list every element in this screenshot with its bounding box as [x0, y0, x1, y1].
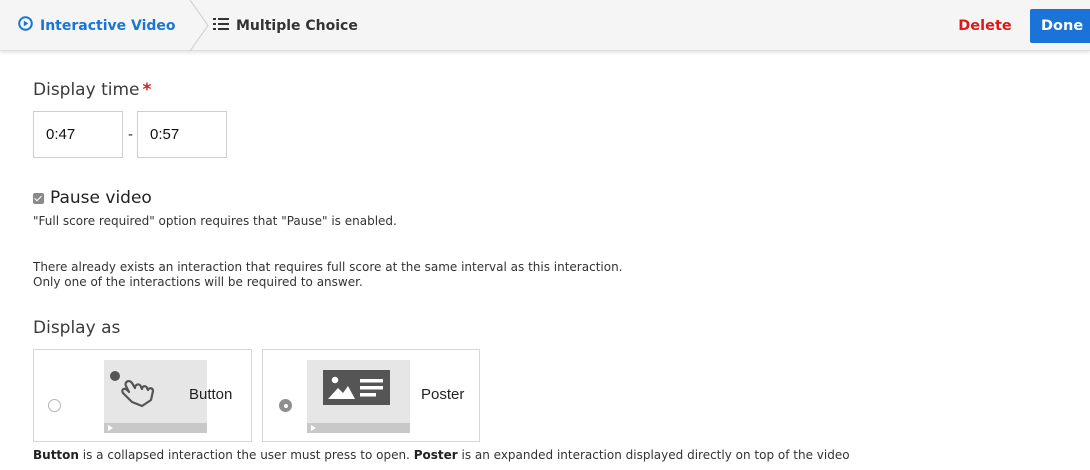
time-range-separator: - [128, 126, 133, 143]
breadcrumb-multiple-choice: Multiple Choice [213, 0, 358, 51]
breadcrumb-separator [189, 0, 209, 51]
full-score-warning-line-1: There already exists an interaction that… [33, 260, 623, 274]
play-icon [108, 425, 113, 431]
poster-thumbnail [307, 360, 410, 433]
poster-icon [323, 370, 390, 405]
button-radio[interactable] [48, 399, 61, 412]
delete-button[interactable]: Delete [945, 0, 1025, 51]
required-marker: * [142, 80, 152, 100]
display-time-text: Display time [33, 80, 140, 100]
breadcrumb-interactive-video[interactable]: Interactive Video [18, 0, 176, 51]
list-icon [213, 17, 229, 35]
button-option-label: Button [189, 386, 233, 403]
breadcrumb-label: Interactive Video [40, 17, 176, 34]
video-bar [104, 423, 207, 433]
play-circle-icon [18, 16, 33, 35]
display-as-label: Display as [33, 318, 121, 338]
help-button-description: is a collapsed interaction the user must… [78, 448, 414, 462]
help-button-term: Button [33, 448, 79, 462]
pause-video-option[interactable]: Pause video [33, 187, 152, 209]
display-as-button-option[interactable]: Button [33, 349, 252, 442]
poster-option-label: Poster [421, 386, 465, 403]
done-button[interactable]: Done [1030, 9, 1090, 43]
pause-requirement-note: "Full score required" option requires th… [33, 214, 397, 228]
breadcrumb-label: Multiple Choice [236, 17, 358, 34]
display-time-start-input[interactable]: 0:47 [33, 111, 123, 158]
video-bar [307, 423, 410, 433]
pause-video-checkbox[interactable] [33, 192, 44, 204]
poster-radio[interactable] [279, 399, 292, 412]
pause-video-label: Pause video [50, 188, 152, 208]
display-as-help-text: Button is a collapsed interaction the us… [33, 448, 850, 462]
play-icon [311, 425, 316, 431]
display-as-poster-option[interactable]: Poster [262, 349, 480, 442]
help-poster-description: is an expanded interaction displayed dir… [457, 448, 850, 462]
help-poster-term: Poster [413, 448, 458, 462]
display-time-end-input[interactable]: 0:57 [137, 111, 227, 158]
editor-toolbar: Interactive Video Multiple Choice Delete… [0, 0, 1090, 51]
full-score-warning-line-2: Only one of the interactions will be req… [33, 275, 363, 289]
display-time-label: Display time * [33, 80, 151, 100]
